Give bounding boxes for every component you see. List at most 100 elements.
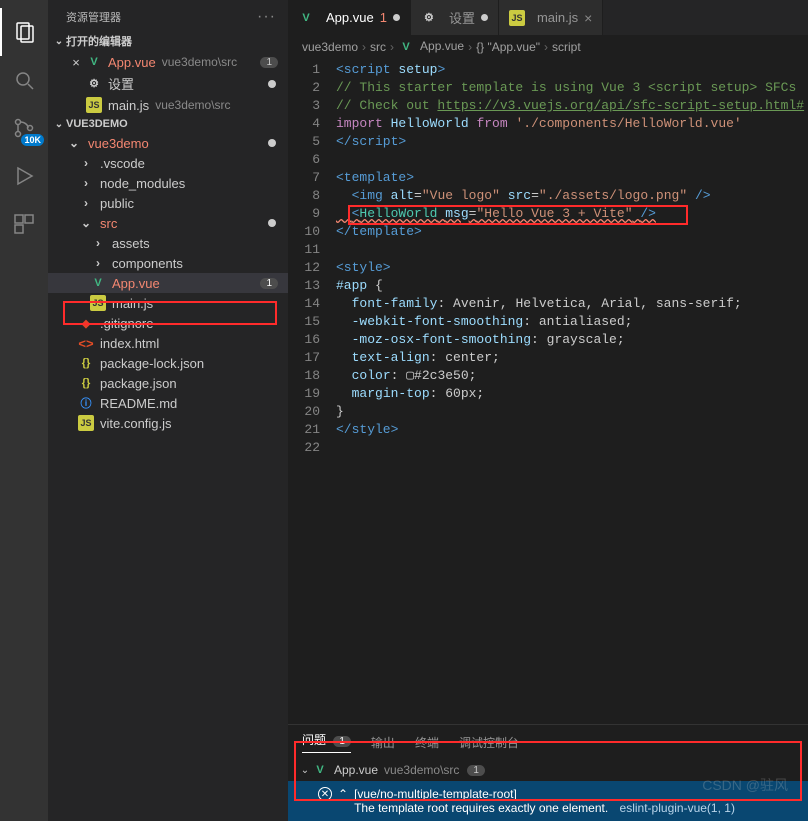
sidebar-title-label: 资源管理器 [66,9,121,25]
chevron-up-icon: ⌃ [338,787,348,801]
sidebar-title: 资源管理器 ··· [48,0,288,30]
problems-panel: 问题 1 输出 终端 调试控制台 ⌄ V App.vue vue3demo\sr… [288,724,808,821]
problem-file-count: 1 [467,765,485,776]
editor-tab[interactable]: JSmain.js× [499,0,603,35]
explorer-activity-icon[interactable] [0,8,48,56]
tree-item-name: package.json [100,376,177,391]
editor-tab[interactable]: VApp.vue1 [288,0,411,35]
tab-error-count: 1 [380,10,387,25]
extensions-activity-icon[interactable] [0,200,48,248]
line-gutter: 12345678910111213141516171819202122 [288,59,336,724]
error-count-badge: 1 [260,57,278,68]
open-editor-path: vue3demo\src [162,55,237,69]
error-count-badge: 1 [260,278,278,289]
source-control-badge: 10K [21,134,44,146]
source-control-activity-icon[interactable]: 10K [0,104,48,152]
folder-item[interactable]: ›components [48,253,288,273]
breadcrumb-segment[interactable]: src [370,40,386,54]
tree-item-name: App.vue [112,276,160,291]
open-editors-label: 打开的编辑器 [66,33,132,49]
tree-item-name: vite.config.js [100,416,172,431]
breadcrumb-segment[interactable]: {} "App.vue" [476,40,540,54]
run-activity-icon[interactable] [0,152,48,200]
open-editor-path: vue3demo\src [155,98,230,112]
open-editors-header[interactable]: ⌄ 打开的编辑器 [48,30,288,52]
tree-item-name: index.html [100,336,159,351]
breadcrumb[interactable]: vue3demo›src›VApp.vue›{} "App.vue"›scrip… [288,35,808,59]
editor-area: VApp.vue1⚙设置JSmain.js× vue3demo›src›VApp… [288,0,808,821]
panel-tab-terminal[interactable]: 终端 [415,734,439,751]
project-header[interactable]: ⌄ VUE3DEMO [48,115,288,133]
modified-dot-icon [393,14,400,21]
tree-item-name: main.js [112,296,153,311]
file-item[interactable]: JSvite.config.js [48,413,288,433]
tree-item-name: README.md [100,396,177,411]
chevron-down-icon: ⌄ [52,119,66,130]
panel-tab-output[interactable]: 输出 [371,734,395,751]
watermark: CSDN @驻风 [702,775,788,795]
problem-message: The template root requires exactly one e… [354,801,608,815]
problem-file-name: App.vue [334,763,378,777]
panel-tab-problems[interactable]: 问题 1 [302,731,351,753]
open-editor-name: 设置 [108,74,134,93]
folder-item[interactable]: ⌄vue3demo [48,133,288,153]
tree-item-name: src [100,216,117,231]
tab-name: 设置 [449,8,475,27]
project-label: VUE3DEMO [66,118,128,130]
explorer-sidebar: 资源管理器 ··· ⌄ 打开的编辑器 ×VApp.vuevue3demo\src… [48,0,288,821]
search-activity-icon[interactable] [0,56,48,104]
code-editor[interactable]: 12345678910111213141516171819202122 <scr… [288,59,808,724]
editor-tabs: VApp.vue1⚙设置JSmain.js× [288,0,808,35]
file-item[interactable]: VApp.vue1 [48,273,288,293]
file-item[interactable]: {}package.json [48,373,288,393]
tree-item-name: node_modules [100,176,185,191]
file-item[interactable]: {}package-lock.json [48,353,288,373]
tree-item-name: vue3demo [88,136,149,151]
tree-item-name: assets [112,236,150,251]
tree-item-name: package-lock.json [100,356,204,371]
folder-item[interactable]: ›node_modules [48,173,288,193]
folder-item[interactable]: ›assets [48,233,288,253]
modified-dot-icon [268,80,276,88]
problem-file-path: vue3demo\src [384,763,459,777]
code-content[interactable]: <script setup>// This starter template i… [336,59,808,724]
breadcrumb-segment[interactable]: vue3demo [302,40,358,54]
editor-tab[interactable]: ⚙设置 [411,0,499,35]
tree-item-name: components [112,256,183,271]
chevron-down-icon: ⌄ [298,765,312,776]
error-icon: ✕ [318,787,332,801]
problem-source: eslint-plugin-vue(1, 1) [620,801,735,815]
activity-bar: 10K [0,0,48,821]
vue-file-icon: V [312,762,328,778]
open-editor-item[interactable]: JSmain.jsvue3demo\src [48,95,288,115]
modified-dot-icon [268,219,276,227]
folder-item[interactable]: ⌄src [48,213,288,233]
more-icon[interactable]: ··· [257,8,276,26]
modified-dot-icon [481,14,488,21]
close-icon[interactable]: × [584,10,592,26]
problem-count-badge: 1 [333,736,351,747]
breadcrumb-segment[interactable]: VApp.vue [398,39,464,55]
file-item[interactable]: <>index.html [48,333,288,353]
open-editor-name: App.vue [108,55,156,70]
file-item[interactable]: JSmain.js [48,293,288,313]
tree-item-name: .gitignore [100,316,153,331]
panel-tabs: 问题 1 输出 终端 调试控制台 [288,725,808,759]
breadcrumb-segment[interactable]: script [552,40,581,54]
tree-item-name: public [100,196,134,211]
chevron-down-icon: ⌄ [52,36,66,47]
file-item[interactable]: ◆.gitignore [48,313,288,333]
folder-item[interactable]: ›.vscode [48,153,288,173]
open-editor-item[interactable]: ⚙设置 [48,72,288,95]
close-icon[interactable]: × [66,55,86,70]
open-editor-item[interactable]: ×VApp.vuevue3demo\src1 [48,52,288,72]
tab-name: main.js [537,10,578,25]
tab-name: App.vue [326,10,374,25]
open-editor-name: main.js [108,98,149,113]
file-item[interactable]: ⓘREADME.md [48,393,288,413]
panel-tab-label: 问题 [302,733,326,747]
tree-item-name: .vscode [100,156,145,171]
modified-dot-icon [268,139,276,147]
panel-tab-debug[interactable]: 调试控制台 [459,734,519,751]
folder-item[interactable]: ›public [48,193,288,213]
